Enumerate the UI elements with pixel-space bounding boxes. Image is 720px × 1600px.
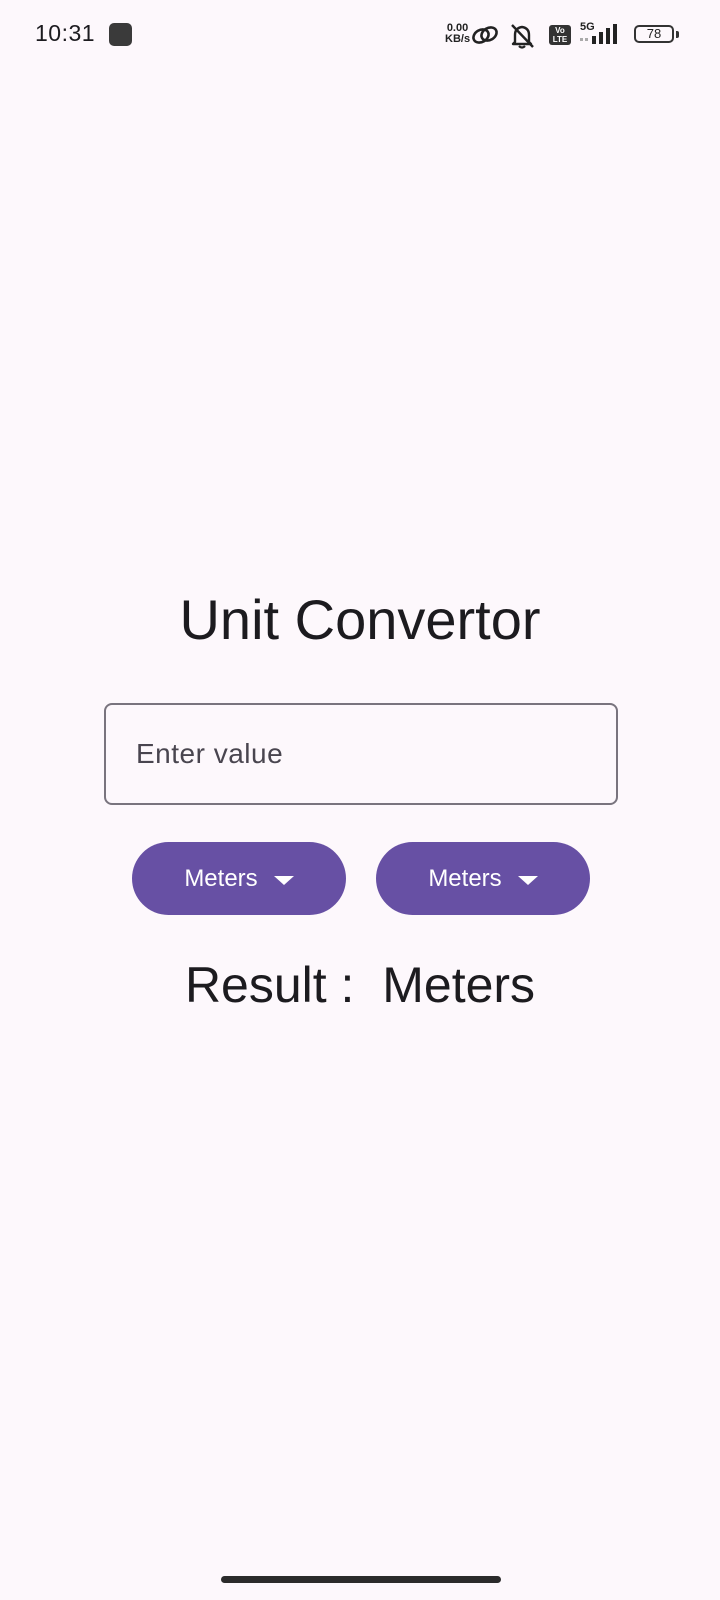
- status-time: 10:31: [35, 20, 96, 46]
- to-unit-button[interactable]: Meters: [376, 842, 590, 915]
- network-speed: 0.00 KB/s: [445, 23, 470, 45]
- app-notification-icon: [109, 23, 132, 46]
- volte-icon: Vo LTE: [549, 25, 571, 45]
- volte-label-top: Vo: [555, 26, 565, 35]
- value-input[interactable]: [106, 705, 616, 803]
- from-unit-label: Meters: [184, 864, 258, 892]
- arrow-drop-down-icon: [517, 875, 538, 885]
- result-text: Result : Meters: [0, 955, 720, 1015]
- page-title: Unit Convertor: [179, 588, 541, 651]
- battery-level: 78: [646, 26, 662, 41]
- network-speed-unit: KB/s: [445, 33, 471, 45]
- volte-label-bottom: LTE: [552, 35, 568, 44]
- battery-icon: 78: [634, 25, 674, 43]
- arrow-drop-down-icon: [273, 875, 294, 885]
- result-label: Result :: [184, 957, 355, 1013]
- battery-tip: [676, 31, 679, 38]
- to-unit-label: Meters: [428, 864, 502, 892]
- result-unit: Meters: [382, 957, 536, 1013]
- link-icon: [470, 22, 500, 53]
- bell-off-icon: [508, 22, 536, 55]
- status-bar: 10:31 0.00 KB/s Vo LTE 5G 78: [0, 0, 720, 70]
- from-unit-button[interactable]: Meters: [132, 842, 346, 915]
- home-indicator[interactable]: [221, 1576, 501, 1583]
- value-field[interactable]: [104, 703, 618, 805]
- signal-icon: [580, 22, 626, 51]
